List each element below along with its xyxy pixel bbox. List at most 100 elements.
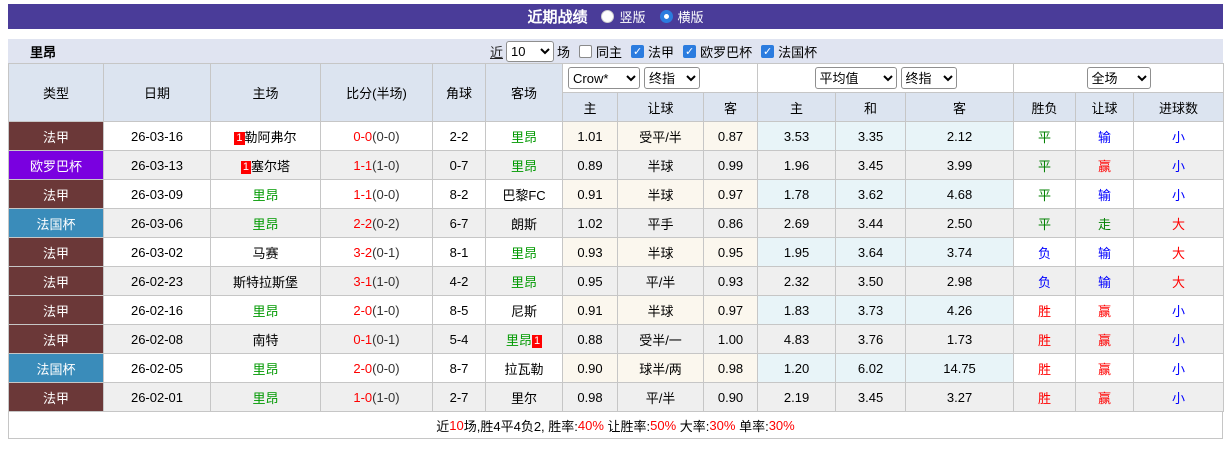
halftime-score: (1-0) (372, 389, 400, 405)
home-team-cell: 里昂 (210, 208, 321, 238)
score-cell: 1-1(0-0) (320, 179, 433, 209)
ah-line-cell: 半球 (617, 179, 704, 209)
ah-home-odds-cell: 0.93 (562, 237, 618, 267)
summary-text: 10 (449, 417, 464, 433)
scope-select[interactable]: 全场 (1086, 67, 1151, 89)
fulltime-score: 3-1 (353, 273, 373, 289)
away-team-name: 拉瓦勒 (504, 361, 544, 377)
ah-line-cell: 半球 (617, 295, 704, 325)
league-type-cell: 欧罗巴杯 (8, 150, 104, 180)
league-filter-coupe-checkbox[interactable]: ✓ (761, 44, 775, 58)
horizontal-layout-radio[interactable]: 横版 (659, 7, 704, 26)
eu-draw-odds-cell: 3.45 (835, 150, 907, 180)
result-cell: 平 (1013, 208, 1077, 238)
score-cell: 0-1(0-1) (320, 324, 433, 354)
halftime-score: (1-0) (372, 302, 400, 318)
fulltime-score: 0-0 (353, 128, 373, 144)
fulltime-score: 3-2 (353, 244, 373, 260)
bookmaker-select[interactable]: Crow* (568, 67, 640, 89)
team-name: 里昂 (30, 44, 57, 60)
summary-text: 近 (436, 418, 450, 434)
eu-draw-odds-cell: 3.73 (835, 295, 907, 325)
euro-average-select[interactable]: 平均值 (814, 67, 897, 89)
eu-draw-odds-cell: 3.76 (835, 324, 907, 354)
eu-draw-odds-cell: 3.64 (835, 237, 907, 267)
bookmaker-stage-select[interactable]: 终指 (644, 67, 700, 89)
league-filter-europa-checkbox[interactable]: ✓ (683, 44, 697, 58)
corner-cell: 6-7 (432, 208, 486, 238)
eu-away-odds-cell: 14.75 (905, 353, 1015, 383)
away-team-name: 里尔 (510, 390, 537, 406)
match-count-select[interactable]: 10 (506, 40, 555, 62)
halftime-score: (0-0) (372, 360, 400, 376)
eu-away-odds-cell: 3.99 (905, 150, 1015, 180)
home-team-name: 南特 (252, 332, 279, 348)
radio-checked-icon (659, 10, 673, 23)
away-team-name: 里昂 (510, 274, 537, 290)
eu-draw-odds-cell: 3.35 (835, 121, 907, 151)
summary-text: 单率: (735, 418, 769, 434)
away-team-name: 巴黎FC (502, 187, 546, 203)
near-link[interactable]: 近 (490, 42, 503, 61)
corner-cell: 8-5 (432, 295, 486, 325)
handicap-result-cell: 赢 (1075, 324, 1135, 354)
same-home-checkbox[interactable] (579, 44, 593, 58)
date-cell: 26-03-02 (103, 237, 211, 267)
table-row: 欧罗巴杯 26-03-13 1 塞尔塔 1-1(1-0) 0-7 里昂 0.89 … (8, 150, 1225, 180)
col-header-handicap-result: 让球 (1075, 92, 1135, 122)
home-team-name: 里昂 (252, 390, 279, 406)
corner-cell: 2-7 (432, 382, 486, 412)
eu-home-odds-cell: 4.83 (757, 324, 837, 354)
score-cell: 2-0(0-0) (320, 353, 433, 383)
league-filter-ligue1-label: 法甲 (648, 44, 675, 60)
league-type-cell: 法甲 (8, 237, 104, 267)
col-header-score: 比分(半场) (320, 63, 433, 122)
home-team-name: 里昂 (252, 216, 279, 232)
handicap-result-cell: 赢 (1075, 150, 1135, 180)
ah-home-odds-cell: 0.91 (562, 295, 618, 325)
home-team-name: 里昂 (252, 361, 279, 377)
home-team-cell: 1 勒阿弗尔 (210, 121, 321, 151)
eu-draw-odds-cell: 6.02 (835, 353, 907, 383)
ah-line-cell: 半球 (617, 237, 704, 267)
ah-away-odds-cell: 0.99 (702, 150, 759, 180)
results-body: 法甲 26-03-16 1 勒阿弗尔 0-0(0-0) 2-2 里昂 1.01 受… (8, 121, 1225, 412)
halftime-score: (0-1) (372, 331, 400, 347)
away-team-name: 里昂 (510, 158, 537, 174)
ah-away-odds-cell: 0.87 (702, 121, 759, 151)
summary-text: 30% (768, 417, 795, 433)
home-team-cell: 1 塞尔塔 (210, 150, 321, 180)
corner-cell: 0-7 (432, 150, 486, 180)
home-team-cell: 里昂 (210, 353, 321, 383)
away-team-cell: 巴黎FC (485, 179, 563, 209)
table-row: 法国杯 26-02-05 里昂 2-0(0-0) 8-7 拉瓦勒 0.90 球半… (8, 353, 1225, 383)
corner-cell: 8-2 (432, 179, 486, 209)
league-filter-coupe-label: 法国杯 (778, 44, 818, 60)
ah-away-odds-cell: 0.97 (702, 295, 759, 325)
ah-home-odds-cell: 1.02 (562, 208, 618, 238)
handicap-result-cell: 输 (1075, 266, 1135, 296)
corner-cell: 8-1 (432, 237, 486, 267)
ah-home-odds-cell: 0.95 (562, 266, 618, 296)
eu-away-odds-cell: 3.74 (905, 237, 1015, 267)
away-team-name: 里昂 (510, 245, 537, 261)
summary-text: 让胜率: (603, 418, 651, 434)
ah-line-cell: 平/半 (617, 382, 704, 412)
scope-header: 全场 (1013, 63, 1225, 93)
date-cell: 26-03-13 (103, 150, 211, 180)
home-team-cell: 南特 (210, 324, 321, 354)
goals-result-cell: 大 (1133, 237, 1225, 267)
halftime-score: (0-1) (372, 244, 400, 260)
away-team-name: 里昂 (510, 129, 537, 145)
euro-stage-select[interactable]: 终指 (900, 67, 957, 89)
away-team-cell: 尼斯 (485, 295, 563, 325)
vertical-layout-radio[interactable]: 竖版 (601, 7, 646, 26)
away-team-name: 尼斯 (510, 303, 537, 319)
goals-result-cell: 小 (1133, 353, 1225, 383)
halftime-score: (1-0) (372, 273, 400, 289)
table-row: 法甲 26-03-09 里昂 1-1(0-0) 8-2 巴黎FC 0.91 半球… (8, 179, 1225, 209)
result-cell: 胜 (1013, 295, 1077, 325)
date-cell: 26-03-06 (103, 208, 211, 238)
league-filter-ligue1-checkbox[interactable]: ✓ (631, 44, 645, 58)
away-team-name: 里昂 (505, 332, 532, 348)
